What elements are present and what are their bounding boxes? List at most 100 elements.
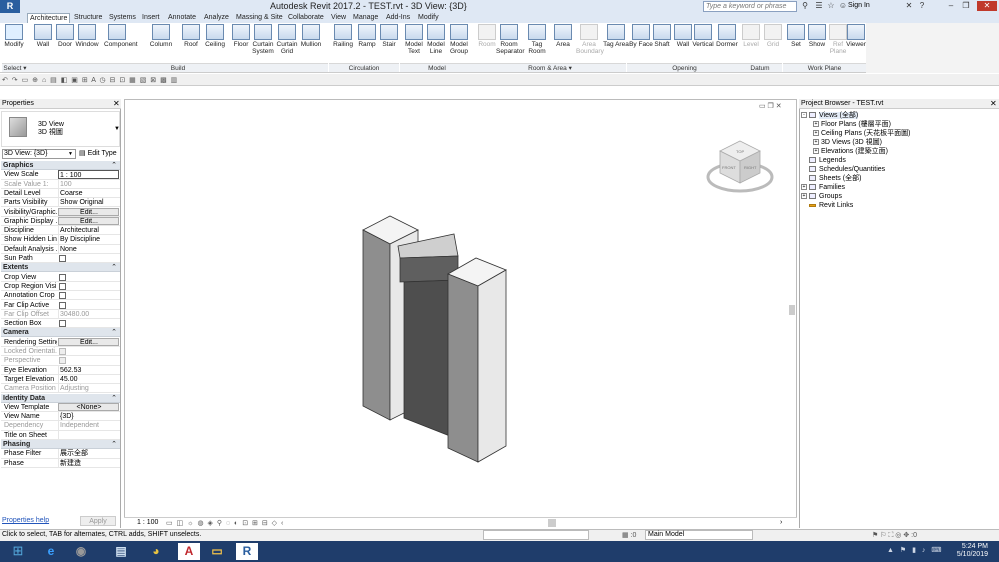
taskbar-autocad-icon[interactable]: A bbox=[178, 543, 200, 560]
prop-row-parts-visibility[interactable]: Parts Visibility Show Original bbox=[1, 198, 120, 208]
prop-value[interactable]: Architectural bbox=[58, 226, 119, 236]
panel-label-model[interactable]: Model bbox=[400, 63, 474, 72]
prop-value[interactable]: 30480.00 bbox=[58, 309, 119, 319]
view-scale[interactable]: 1 : 100 bbox=[137, 519, 158, 526]
user-icon[interactable]: ☺ bbox=[838, 1, 848, 11]
view-window-controls[interactable]: ▭ ❐ ✕ bbox=[759, 102, 782, 110]
panel-label-opening[interactable]: Opening bbox=[627, 63, 742, 72]
taskbar-ie-icon[interactable]: e bbox=[40, 543, 62, 560]
exchange-icon[interactable]: ✕ bbox=[904, 1, 914, 11]
apply-button[interactable]: Apply bbox=[80, 516, 116, 526]
minimize-icon[interactable]: – bbox=[946, 1, 956, 11]
curtain-system-button[interactable]: Curtain System bbox=[250, 24, 276, 60]
properties-close-icon[interactable]: ✕ bbox=[113, 99, 120, 108]
tab-systems[interactable]: Systems bbox=[107, 13, 138, 23]
column-button[interactable]: Column bbox=[148, 24, 174, 60]
prop-edit-button[interactable]: Edit... bbox=[58, 216, 119, 225]
prop-row-graphic-display[interactable]: Graphic Display ... Edit... bbox=[1, 216, 120, 227]
expand-icon[interactable]: + bbox=[813, 130, 819, 137]
instance-filter-select[interactable]: 3D View: {3D} ▼ bbox=[2, 149, 76, 159]
panel-label-room-area[interactable]: Room & Area ▾ bbox=[474, 63, 626, 72]
prop-row-discipline[interactable]: Discipline Architectural bbox=[1, 226, 120, 236]
properties-help-link[interactable]: Properties help bbox=[2, 517, 49, 524]
section-camera[interactable]: Camera ⌃ bbox=[1, 328, 120, 338]
tree-node-sheets[interactable]: Sheets (全部) bbox=[801, 174, 997, 183]
help-search-input[interactable]: Type a keyword or phrase bbox=[703, 1, 797, 12]
collapse-icon[interactable]: ⌃ bbox=[111, 263, 117, 272]
tab-analyze[interactable]: Analyze bbox=[202, 13, 231, 23]
area-button[interactable]: Area bbox=[550, 24, 576, 60]
taskbar-revit-icon[interactable]: R bbox=[236, 543, 258, 560]
prop-row-scale-value-1[interactable]: Scale Value 1: 100 bbox=[1, 179, 120, 189]
collapse-icon[interactable]: ⌃ bbox=[111, 394, 117, 403]
scroll-right-icon[interactable]: › bbox=[780, 519, 782, 526]
stair-button[interactable]: Stair bbox=[376, 24, 402, 60]
prop-edit-button[interactable]: Edit... bbox=[58, 207, 119, 216]
3d-model[interactable] bbox=[360, 210, 510, 465]
expand-icon[interactable]: + bbox=[813, 139, 819, 146]
prop-edit-button[interactable]: Edit... bbox=[58, 337, 119, 346]
prop-row-show-hidden-lin[interactable]: Show Hidden Lin... By Discipline bbox=[1, 235, 120, 245]
prop-row-target-elevation[interactable]: Target Elevation 45.00 bbox=[1, 374, 120, 385]
prop-edit-button[interactable]: <None> bbox=[58, 402, 119, 411]
room-separator-button[interactable]: Room Separator bbox=[496, 24, 525, 60]
ceiling-button[interactable]: Ceiling bbox=[202, 24, 228, 60]
tree-node-schedules-quantities[interactable]: Schedules/Quantities bbox=[801, 165, 997, 174]
prop-checkbox[interactable] bbox=[59, 301, 66, 309]
panel-label-datum[interactable]: Datum bbox=[738, 63, 782, 72]
prop-checkbox[interactable] bbox=[59, 273, 66, 281]
system-tray-icons[interactable]: ▲ ⚑ ▮ ♪ ⌨ bbox=[887, 546, 943, 554]
tree-node-floor-plans[interactable]: + Floor Plans (樓層平面) bbox=[801, 120, 997, 129]
tab-architecture[interactable]: Architecture bbox=[27, 13, 71, 23]
tree-node-legends[interactable]: Legends bbox=[801, 156, 997, 165]
prop-row-phase[interactable]: Phase 新建造 bbox=[1, 458, 120, 468]
tab-manage[interactable]: Manage bbox=[351, 13, 380, 23]
tab-insert[interactable]: Insert bbox=[140, 13, 162, 23]
tree-node-families[interactable]: + Families bbox=[801, 183, 997, 192]
prop-row-far-clip-active[interactable]: Far Clip Active bbox=[1, 301, 120, 310]
expand-icon[interactable]: + bbox=[801, 184, 807, 191]
prop-value[interactable]: Show Original bbox=[58, 198, 119, 208]
prop-value[interactable]: 100 bbox=[58, 179, 119, 189]
tree-node-views[interactable]: - Views (全部) bbox=[801, 111, 997, 120]
prop-value[interactable]: 562.53 bbox=[58, 365, 119, 375]
section-identity-data[interactable]: Identity Data ⌃ bbox=[1, 393, 120, 403]
prop-row-eye-elevation[interactable]: Eye Elevation 562.53 bbox=[1, 365, 120, 375]
panel-label-build[interactable]: Build bbox=[28, 63, 328, 72]
section-graphics[interactable]: Graphics ⌃ bbox=[1, 161, 120, 170]
prop-row-crop-view[interactable]: Crop View bbox=[1, 273, 120, 282]
collapse-icon[interactable]: ⌃ bbox=[111, 328, 117, 337]
prop-row-title-on-sheet[interactable]: Title on Sheet bbox=[1, 430, 120, 440]
taskbar-chrome-icon[interactable]: ◕ bbox=[145, 543, 167, 560]
project-browser-close-icon[interactable]: ✕ bbox=[990, 99, 997, 108]
select-dropdown[interactable]: Select ▾ bbox=[2, 63, 28, 72]
subscription-icon[interactable]: ☰ bbox=[814, 1, 824, 11]
prop-value[interactable]: Coarse bbox=[58, 188, 119, 198]
help-icon[interactable]: ? bbox=[917, 1, 927, 11]
clock[interactable]: 5:24 PM 5/10/2019 bbox=[948, 543, 988, 559]
taskbar-notepad-icon[interactable]: ▤ bbox=[110, 543, 132, 560]
prop-row-crop-region-visi[interactable]: Crop Region Visi... bbox=[1, 282, 120, 292]
taskbar-media-icon[interactable]: ◉ bbox=[70, 543, 92, 560]
tab-structure[interactable]: Structure bbox=[72, 13, 104, 23]
tree-node-3d-views[interactable]: +3D Views (3D 視圖) bbox=[801, 138, 997, 147]
prop-row-camera-position[interactable]: Camera Position Adjusting bbox=[1, 384, 120, 394]
workset-select[interactable] bbox=[483, 530, 589, 540]
railing-button[interactable]: Railing bbox=[330, 24, 356, 60]
vertical-scrollbar[interactable] bbox=[789, 305, 795, 315]
prop-row-locked-orientati[interactable]: Locked Orientati... bbox=[1, 347, 120, 357]
maximize-icon[interactable]: ❐ bbox=[961, 1, 971, 11]
star-icon[interactable]: ☆ bbox=[826, 1, 836, 11]
curtain-grid-button[interactable]: Curtain Grid bbox=[274, 24, 300, 60]
prop-checkbox[interactable] bbox=[59, 348, 66, 355]
start-button[interactable]: ⊞ bbox=[10, 543, 26, 559]
prop-value[interactable] bbox=[58, 430, 119, 440]
mullion-button[interactable]: Mullion bbox=[298, 24, 324, 60]
design-option-select[interactable]: Main Model bbox=[645, 530, 753, 540]
prop-value[interactable]: Independent bbox=[58, 421, 119, 431]
app-menu-button[interactable]: R bbox=[0, 0, 20, 13]
prop-checkbox[interactable] bbox=[59, 357, 66, 365]
modify-button[interactable]: Modify bbox=[1, 24, 27, 60]
collapse-icon[interactable]: ⌃ bbox=[111, 161, 117, 170]
component-button[interactable]: Component bbox=[104, 24, 138, 60]
